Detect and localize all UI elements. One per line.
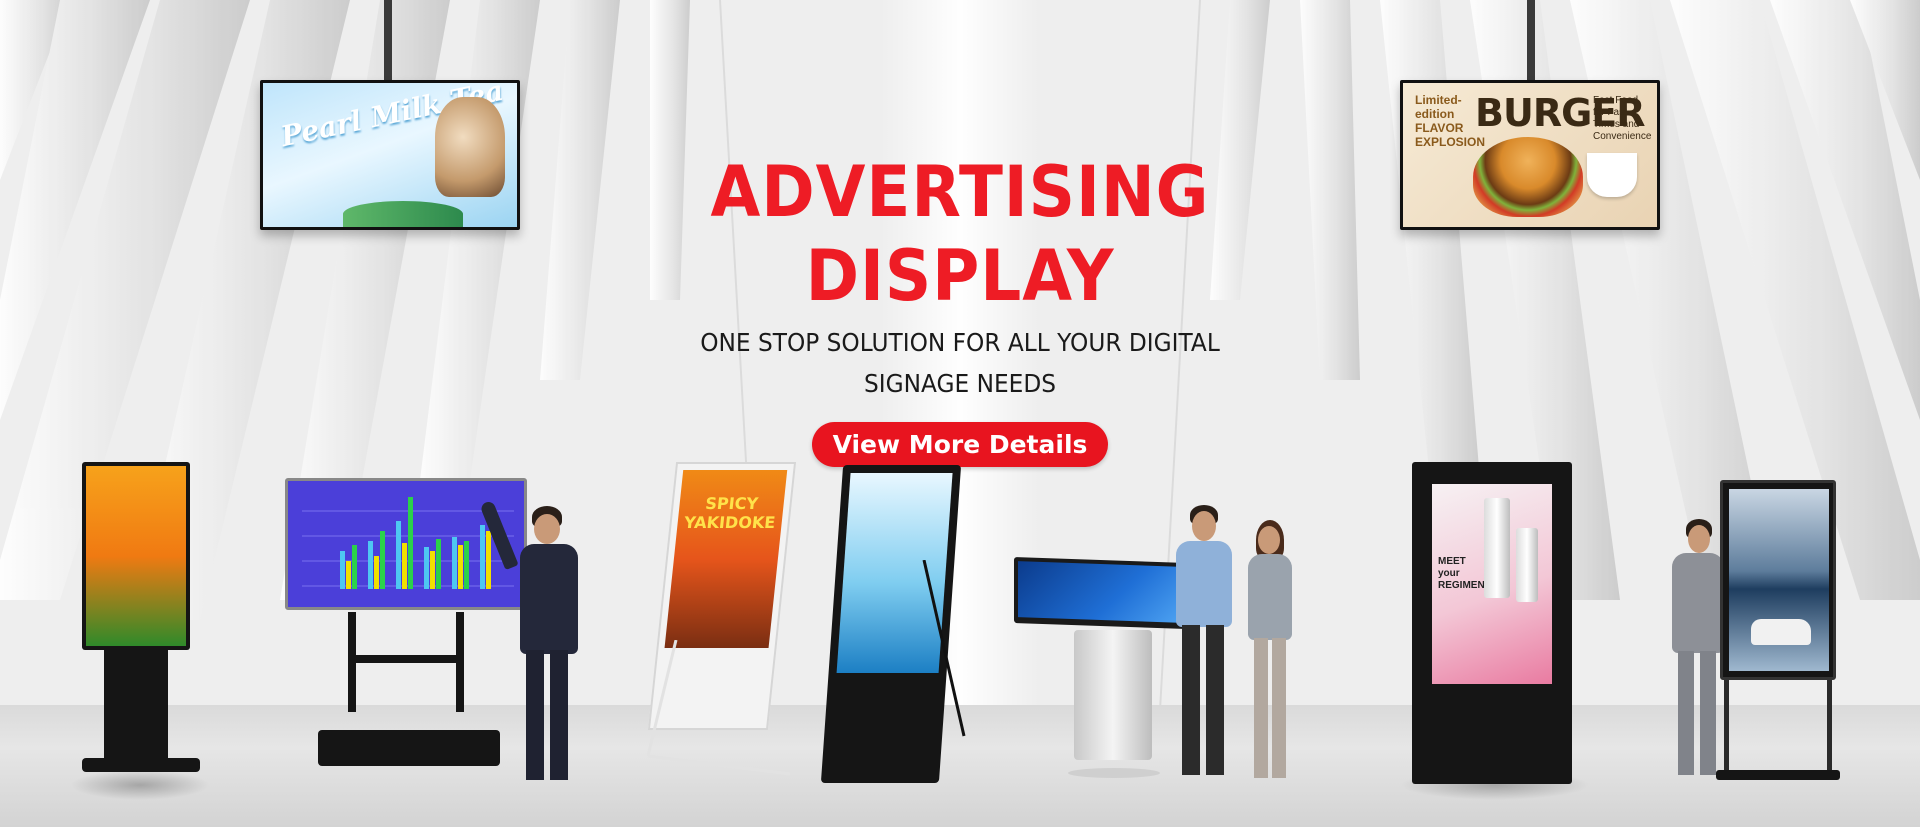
leaf-image	[343, 201, 463, 227]
floor-kiosk-display	[82, 462, 190, 650]
bottle-image	[1516, 528, 1538, 602]
ad-tagline: Fast Food for Fast Times and Convenience	[1593, 95, 1652, 142]
kiosk-pedestal	[1074, 630, 1152, 760]
ad-small-text: Limited-edition FLAVOR EXPLOSION	[1415, 93, 1486, 149]
hero-text: ADVERTISING DISPLAY ONE STOP SOLUTION FO…	[560, 150, 1360, 467]
kiosk-base	[1068, 768, 1160, 778]
cosmetic-ad-screen: MEET your REGIMEN	[1432, 484, 1552, 684]
burger-ad: Limited-edition FLAVOR EXPLOSION BURGER …	[1403, 83, 1657, 227]
windows-screen	[1018, 561, 1182, 623]
car-image	[1751, 619, 1811, 645]
coffee-cup-image	[1587, 153, 1637, 197]
food-ad-screen: SPICY YAKIDOKE	[664, 470, 788, 648]
cosmetic-kiosk-display: MEET your REGIMEN	[1412, 462, 1572, 784]
ceiling-rod	[1527, 0, 1535, 80]
kiosk-stand	[104, 650, 168, 762]
shadow	[70, 770, 210, 800]
poster-stand-legs	[646, 640, 791, 776]
board-shelf	[350, 655, 462, 663]
cosmetic-ad-text: MEET your REGIMEN	[1438, 556, 1485, 591]
page-subtitle: ONE STOP SOLUTION FOR ALL YOUR DIGITAL S…	[700, 328, 1220, 398]
person-man-talking	[1160, 505, 1240, 785]
hanging-display-right: Limited-edition FLAVOR EXPLOSION BURGER …	[1400, 80, 1660, 230]
ceiling-rod	[384, 0, 392, 80]
bottle-image	[1484, 498, 1510, 598]
juice-ad-screen	[86, 466, 186, 646]
car-ad-display	[1720, 480, 1836, 680]
display-stand-frame	[1724, 680, 1832, 776]
person-businessman	[479, 499, 598, 790]
poster-title: SPICY YAKIDOKE	[683, 494, 777, 532]
car-ad-screen	[1729, 489, 1829, 671]
burger-image	[1473, 137, 1583, 217]
poster-stand-leg	[922, 560, 966, 737]
milk-tea-ad: Pearl Milk Tea	[263, 83, 517, 227]
page-title: ADVERTISING DISPLAY	[710, 151, 1210, 317]
hero-banner: Pearl Milk Tea Limited-edition FLAVOR EX…	[0, 0, 1920, 827]
cup-image	[435, 97, 505, 197]
person-woman-talking	[1232, 520, 1302, 785]
board-cart-base	[318, 730, 500, 766]
hanging-display-left: Pearl Milk Tea	[260, 80, 520, 230]
kiosk-base	[82, 758, 200, 772]
display-stand-base	[1716, 770, 1840, 780]
view-more-details-button[interactable]: View More Details	[812, 422, 1108, 467]
